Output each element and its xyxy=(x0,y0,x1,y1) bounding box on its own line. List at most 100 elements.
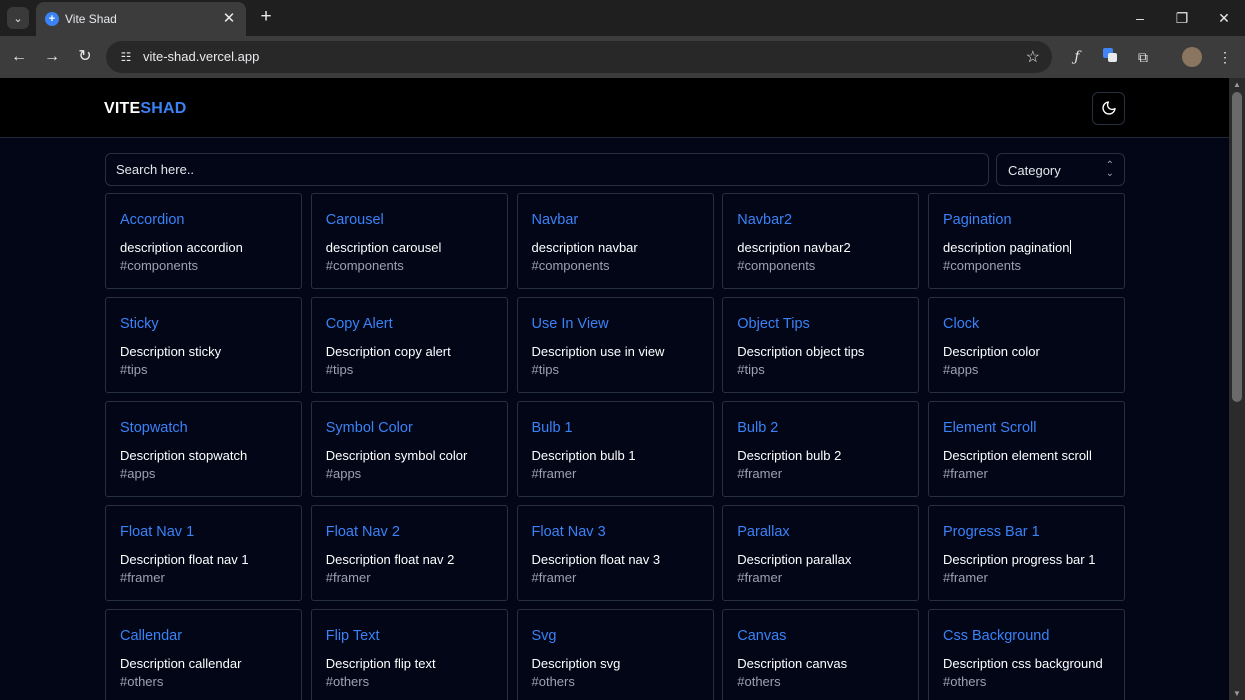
extensions-icon[interactable]: ⧉ xyxy=(1133,47,1153,67)
card-tag: #framer xyxy=(531,466,577,481)
card-title[interactable]: Accordion xyxy=(120,212,184,228)
card-title[interactable]: Float Nav 1 xyxy=(120,524,194,540)
card-title[interactable]: Element Scroll xyxy=(943,420,1036,436)
card-object-tips[interactable]: Object Tips Description object tips #tip… xyxy=(722,297,920,393)
card-title[interactable]: Use In View xyxy=(532,316,609,332)
card-stopwatch[interactable]: Stopwatch Description stopwatch #apps xyxy=(105,401,302,497)
search-input[interactable] xyxy=(105,153,989,186)
theme-toggle-button[interactable] xyxy=(1092,92,1125,125)
card-title[interactable]: Float Nav 3 xyxy=(532,524,606,540)
card-title[interactable]: Parallax xyxy=(737,524,789,540)
browser-tabbar: ⌄ + Vite Shad ✕ + – ❐ ✕ xyxy=(0,0,1245,36)
card-title[interactable]: Navbar xyxy=(532,212,579,228)
card-title[interactable]: Svg xyxy=(532,628,557,644)
card-title[interactable]: Flip Text xyxy=(326,628,380,644)
card-css-background[interactable]: Css Background Description css backgroun… xyxy=(928,609,1125,700)
card-float-nav-3[interactable]: Float Nav 3 Description float nav 3 #fra… xyxy=(516,505,714,601)
profile-avatar[interactable] xyxy=(1182,47,1202,67)
card-title[interactable]: Sticky xyxy=(120,316,159,332)
card-title[interactable]: Clock xyxy=(943,316,979,332)
card-clock[interactable]: Clock Description color #apps xyxy=(928,297,1125,393)
card-bulb-1[interactable]: Bulb 1 Description bulb 1 #framer xyxy=(516,401,714,497)
site-header: VITESHAD xyxy=(0,78,1229,138)
menu-icon[interactable]: ⋮ xyxy=(1215,47,1235,67)
card-title[interactable]: Object Tips xyxy=(737,316,810,332)
window-close-icon[interactable]: ✕ xyxy=(1214,8,1234,28)
card-title[interactable]: Css Background xyxy=(943,628,1049,644)
card-svg[interactable]: Svg Description svg #others xyxy=(516,609,714,700)
card-title[interactable]: Navbar2 xyxy=(737,212,792,228)
browser-toolbar: ← → ↻ ☷ vite-shad.vercel.app ☆ ƒ ⧉ ⋮ xyxy=(0,36,1245,78)
card-tag: #framer xyxy=(943,570,988,585)
card-pagination[interactable]: Pagination description pagination #compo… xyxy=(928,193,1125,289)
card-description: Description float nav 3 xyxy=(531,552,661,567)
card-flip-text[interactable]: Flip Text Description flip text #others xyxy=(310,609,508,700)
site-info-icon[interactable]: ☷ xyxy=(118,49,134,65)
card-tag: #framer xyxy=(737,466,783,481)
card-tag: #components xyxy=(943,258,1022,273)
card-title[interactable]: Symbol Color xyxy=(326,420,413,436)
card-title[interactable]: Progress Bar 1 xyxy=(943,524,1040,540)
card-tag: #framer xyxy=(120,570,165,585)
logo-part-shad: SHAD xyxy=(140,100,187,117)
card-tag: #framer xyxy=(943,466,988,481)
card-sticky[interactable]: Sticky Description sticky #tips xyxy=(105,297,302,393)
function-icon[interactable]: ƒ xyxy=(1067,47,1087,67)
card-title[interactable]: Callendar xyxy=(120,628,182,644)
card-title[interactable]: Stopwatch xyxy=(120,420,188,436)
card-progress-bar-1[interactable]: Progress Bar 1 Description progress bar … xyxy=(928,505,1125,601)
card-title[interactable]: Canvas xyxy=(737,628,786,644)
site-logo[interactable]: VITESHAD xyxy=(104,100,187,118)
browser-tab[interactable]: + Vite Shad ✕ xyxy=(36,2,246,36)
card-tag: #tips xyxy=(120,362,148,377)
new-tab-icon[interactable]: + xyxy=(256,7,276,27)
close-icon[interactable]: ✕ xyxy=(220,10,238,28)
tab-list-icon[interactable]: ⌄ xyxy=(7,7,29,29)
card-description: Description sticky xyxy=(120,344,222,359)
restore-icon[interactable]: ❐ xyxy=(1172,8,1192,28)
category-select[interactable]: Category ⌃ ⌄ xyxy=(996,153,1125,186)
card-use-in-view[interactable]: Use In View Description use in view #tip… xyxy=(516,297,714,393)
text-cursor xyxy=(1070,240,1072,254)
card-accordion[interactable]: Accordion description accordion #compone… xyxy=(105,193,302,289)
card-copy-alert[interactable]: Copy Alert Description copy alert #tips xyxy=(310,297,508,393)
card-tag: #tips xyxy=(325,362,354,377)
address-bar[interactable]: ☷ vite-shad.vercel.app ☆ xyxy=(106,41,1052,73)
card-parallax[interactable]: Parallax Description parallax #framer xyxy=(722,505,920,601)
card-title[interactable]: Bulb 2 xyxy=(737,420,778,436)
card-symbol-color[interactable]: Symbol Color Description symbol color #a… xyxy=(310,401,508,497)
card-title[interactable]: Carousel xyxy=(326,212,384,228)
card-description: Description callendar xyxy=(120,656,242,671)
card-navbar[interactable]: Navbar description navbar #components xyxy=(516,193,714,289)
card-canvas[interactable]: Canvas Description canvas #others xyxy=(722,609,920,700)
card-tag: #others xyxy=(943,674,987,689)
page-scrollbar[interactable]: ▲ ▼ xyxy=(1229,78,1245,700)
scrollbar-thumb[interactable] xyxy=(1232,92,1242,402)
page-content: VITESHAD Category ⌃⌄ Accordion descripti… xyxy=(0,78,1229,700)
card-title[interactable]: Copy Alert xyxy=(326,316,393,332)
card-element-scroll[interactable]: Element Scroll Description element scrol… xyxy=(928,401,1125,497)
reload-icon[interactable]: ↻ xyxy=(75,47,95,67)
card-title[interactable]: Float Nav 2 xyxy=(326,524,400,540)
card-float-nav-2[interactable]: Float Nav 2 Description float nav 2 #fra… xyxy=(310,505,508,601)
minimize-icon[interactable]: – xyxy=(1130,8,1150,28)
card-tag: #apps xyxy=(325,466,362,481)
back-icon[interactable]: ← xyxy=(9,47,29,67)
card-tag: #others xyxy=(325,674,370,689)
card-navbar2[interactable]: Navbar2 description navbar2 #components xyxy=(722,193,920,289)
card-title[interactable]: Bulb 1 xyxy=(532,420,573,436)
card-callendar[interactable]: Callendar Description callendar #others xyxy=(105,609,302,700)
star-icon[interactable]: ☆ xyxy=(1026,47,1040,67)
forward-icon[interactable]: → xyxy=(42,47,62,67)
card-description: Description progress bar 1 xyxy=(943,552,1096,567)
card-title[interactable]: Pagination xyxy=(943,212,1012,228)
card-bulb-2[interactable]: Bulb 2 Description bulb 2 #framer xyxy=(722,401,920,497)
url-text[interactable]: vite-shad.vercel.app xyxy=(143,49,259,64)
card-float-nav-1[interactable]: Float Nav 1 Description float nav 1 #fra… xyxy=(105,505,302,601)
translate-icon[interactable] xyxy=(1100,47,1120,67)
card-carousel[interactable]: Carousel description carousel #component… xyxy=(310,193,508,289)
card-description-wrap: description pagination xyxy=(943,240,1072,255)
card-description: Description parallax xyxy=(737,552,852,567)
scroll-down-icon[interactable]: ▼ xyxy=(1233,689,1241,698)
scroll-up-icon[interactable]: ▲ xyxy=(1233,80,1241,89)
